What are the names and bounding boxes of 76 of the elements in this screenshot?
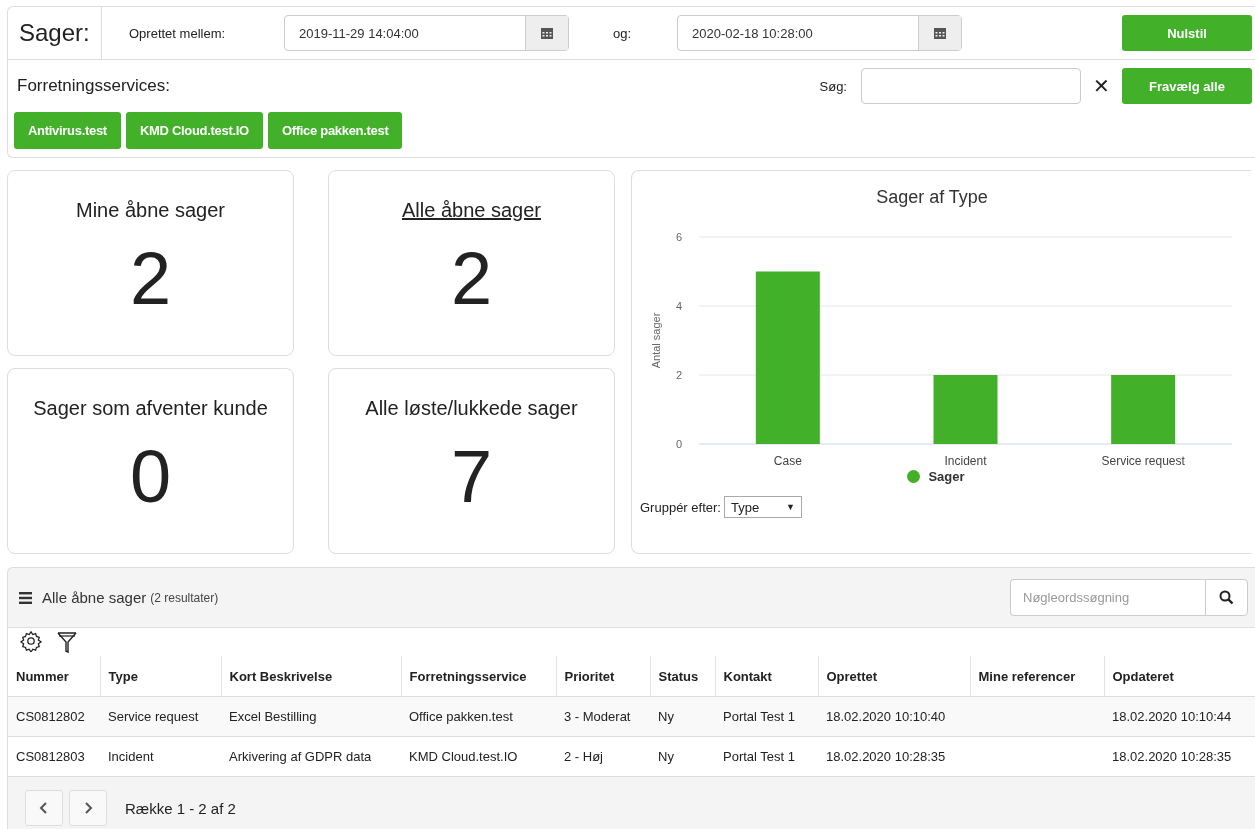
column-header[interactable]: Forretningsservice	[401, 656, 556, 697]
result-count: (2 resultater)	[150, 590, 219, 605]
chart-title: Sager af Type	[876, 187, 988, 207]
table-cell: 18.02.2020 10:28:35	[1112, 749, 1232, 764]
group-by-dropdown[interactable]: Type ▼	[723, 496, 802, 518]
group-by-label: Gruppér efter:	[640, 499, 721, 515]
page-title: Sager:	[8, 7, 102, 59]
keyword-search-field[interactable]: Nøgleordssøgning	[1010, 579, 1205, 616]
previous-page-button[interactable]	[25, 790, 63, 826]
table-cell: Excel Bestilling	[229, 709, 317, 724]
legend-item[interactable]: Sager	[907, 469, 965, 484]
stat-value: 0	[129, 434, 172, 519]
stat-value: 7	[450, 434, 493, 519]
table-cell: 18.02.2020 10:10:40	[826, 709, 946, 724]
from-date-field[interactable]: 2019-11-29 14:04:00	[284, 15, 569, 51]
column-header[interactable]: Nummer	[8, 656, 100, 697]
x-category-label: Case	[773, 454, 802, 468]
stat-label: Sager som afventer kunde	[33, 397, 268, 420]
caret-icon: ▼	[786, 502, 795, 512]
column-header[interactable]: Kontakt	[715, 656, 818, 697]
column-header[interactable]: Mine referencer	[970, 656, 1104, 697]
table-cell: Portal Test 1	[723, 709, 796, 724]
y-tick-label: 4	[675, 300, 682, 312]
y-tick-label: 0	[675, 438, 682, 450]
search-field[interactable]	[861, 68, 1081, 104]
x-category-label: Service request	[1101, 454, 1185, 468]
calendar-icon[interactable]	[525, 16, 568, 50]
table-cell: Ny	[658, 709, 674, 724]
column-header[interactable]: Opdateret	[1104, 656, 1255, 697]
column-header[interactable]: Status	[650, 656, 715, 697]
clear-icon[interactable]: ✕	[1093, 74, 1110, 98]
y-axis-label: Antal sager	[650, 312, 662, 369]
chevron-left-icon	[39, 801, 49, 815]
filter-icon[interactable]	[56, 630, 78, 654]
search-icon	[1219, 590, 1234, 605]
stat-label: Mine åbne sager	[76, 199, 225, 222]
menu-icon[interactable]	[19, 591, 32, 604]
list-title: Alle åbne sager	[42, 589, 147, 606]
table-cell: CS0812803	[16, 749, 85, 764]
search-button[interactable]	[1205, 579, 1248, 616]
column-header[interactable]: Oprettet	[818, 656, 970, 697]
next-page-button[interactable]	[69, 790, 107, 826]
table-cell: KMD Cloud.test.IO	[409, 749, 518, 764]
table-cell: Incident	[108, 749, 154, 764]
table-cell: 18.02.2020 10:10:44	[1112, 709, 1232, 724]
chevron-right-icon	[83, 801, 93, 815]
column-header[interactable]: Type	[100, 656, 221, 697]
table-cell: Service request	[108, 709, 199, 724]
stat-value: 2	[129, 236, 172, 321]
column-header[interactable]: Kort Beskrivelse	[221, 656, 401, 697]
pagination-text: Række 1 - 2 af 2	[125, 799, 236, 817]
table-cell: 3 - Moderat	[564, 709, 631, 724]
table-cell: Ny	[658, 749, 674, 764]
x-category-label: Incident	[944, 454, 987, 468]
search-label: Søg:	[819, 78, 847, 94]
and-label: og:	[613, 25, 633, 41]
table-cell: 18.02.2020 10:28:35	[826, 749, 946, 764]
bar	[933, 375, 998, 444]
services-label: Forretningsservices:	[17, 76, 171, 96]
table-cell: Arkivering af GDPR data	[229, 749, 372, 764]
y-tick-label: 2	[675, 369, 682, 381]
to-date-field[interactable]: 2020-02-18 10:28:00	[677, 15, 962, 51]
created-between-label: Oprettet mellem:	[129, 25, 227, 41]
table-cell: 2 - Høj	[564, 749, 603, 764]
stat-value: 2	[450, 236, 493, 321]
stat-link[interactable]: Alle åbne sager	[402, 199, 541, 222]
bar	[1111, 375, 1176, 444]
legend-label: Sager	[928, 469, 965, 484]
table-cell: Portal Test 1	[723, 749, 796, 764]
stat-label: Alle løste/lukkede sager	[365, 397, 578, 420]
settings-icon[interactable]	[20, 630, 42, 652]
column-header[interactable]: Prioritet	[556, 656, 650, 697]
y-tick-label: 6	[675, 231, 682, 243]
table-cell: Office pakken.test	[409, 709, 513, 724]
table-cell: CS0812802	[16, 709, 85, 724]
calendar-icon[interactable]	[918, 16, 961, 50]
